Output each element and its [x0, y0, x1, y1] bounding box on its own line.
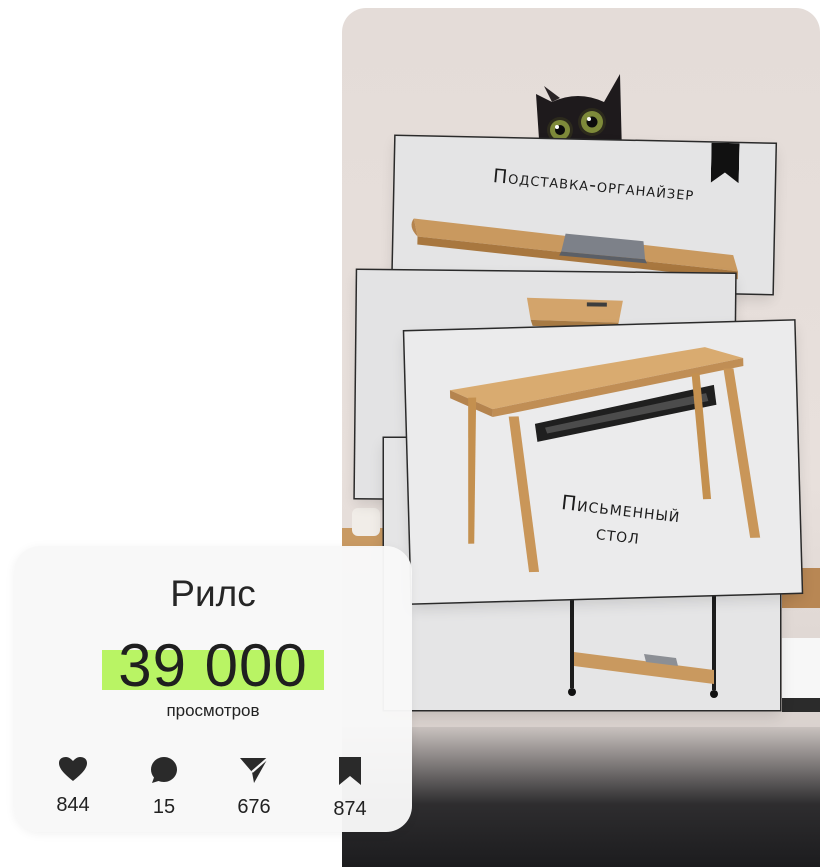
reel-stats-card: Рилс 39 000 просмотров 844 15 676 874 [14, 546, 412, 832]
send-icon [240, 757, 269, 783]
metric-shares: 676 [214, 756, 294, 819]
views-block: 39 000 [14, 636, 412, 696]
monitor [782, 638, 820, 712]
comment-icon [151, 757, 177, 783]
bookmark-icon [339, 757, 361, 785]
room-floor [342, 727, 820, 867]
reel-preview[interactable]: Подставка-органайзер Письменный стол [342, 8, 820, 867]
metric-comments: 15 [124, 756, 204, 819]
views-count: 39 000 [102, 636, 324, 696]
views-label: просмотров [166, 701, 260, 720]
vase [352, 508, 380, 536]
stats-title: Рилс [170, 573, 256, 614]
heart-icon [59, 757, 87, 781]
product-card-desk: Письменный стол [404, 320, 802, 604]
metric-likes: 844 [33, 756, 113, 817]
metric-saves: 874 [310, 756, 390, 821]
desk-illustration [449, 347, 761, 573]
